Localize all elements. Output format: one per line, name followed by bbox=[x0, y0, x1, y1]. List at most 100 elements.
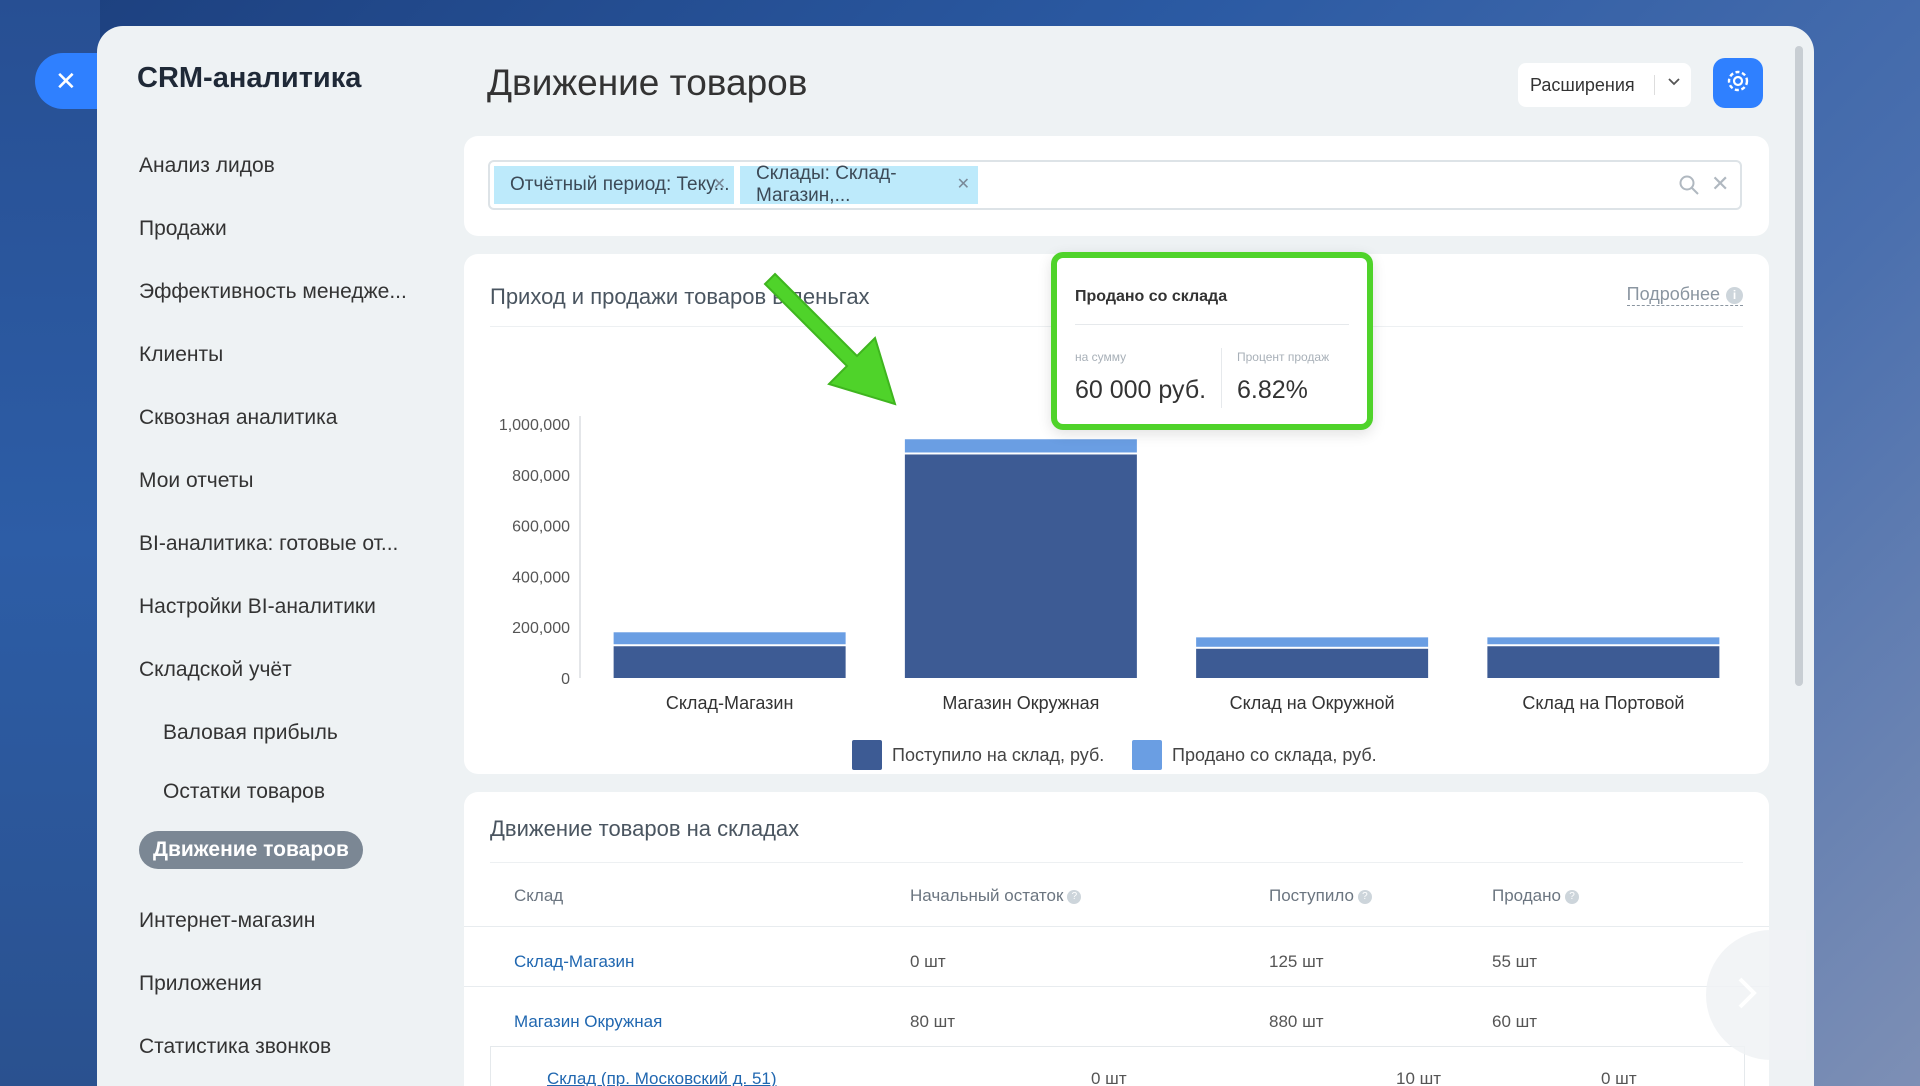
column-header-warehouse[interactable]: Склад bbox=[514, 886, 563, 906]
table-cell: 55 шт bbox=[1492, 952, 1538, 971]
settings-button[interactable] bbox=[1713, 58, 1763, 108]
chevron-right-icon bbox=[1732, 973, 1762, 1018]
bar-received bbox=[904, 454, 1137, 678]
highlight-arrow-icon bbox=[763, 272, 897, 406]
tooltip-sum-value: 60 000 руб. bbox=[1075, 376, 1207, 404]
table-cell: 80 шт bbox=[910, 1012, 956, 1031]
remove-chip-icon[interactable]: ✕ bbox=[957, 174, 970, 194]
y-tick-label: 0 bbox=[561, 671, 570, 688]
bar-sold bbox=[904, 439, 1137, 453]
bar-sold bbox=[1487, 637, 1720, 645]
app-title: CRM-аналитика bbox=[137, 62, 362, 94]
tooltip-percent-label: Процент продаж bbox=[1237, 350, 1330, 364]
table-subrow-link[interactable]: Склад (пр. Московский д. 51) bbox=[547, 1069, 777, 1086]
filter-chip-warehouses[interactable]: Склады: Склад-Магазин,... ✕ bbox=[740, 163, 978, 206]
chart-tooltip: Продано со склада на сумму 60 000 руб. П… bbox=[1051, 252, 1373, 430]
tooltip-divider bbox=[1075, 324, 1349, 325]
legend-item-income[interactable]: Поступило на склад, руб. bbox=[852, 740, 1104, 770]
tooltip-title: Продано со склада bbox=[1075, 288, 1228, 305]
column-header-label: Начальный остаток bbox=[910, 886, 1064, 905]
y-tick-label: 400,000 bbox=[512, 569, 570, 586]
search-icon[interactable] bbox=[1678, 174, 1700, 201]
legend-item-sold[interactable]: Продано со склада, руб. bbox=[1132, 740, 1377, 770]
row-divider bbox=[464, 926, 1769, 927]
column-header-label: Поступило bbox=[1269, 886, 1354, 905]
sidebar-item-warehouse[interactable]: Складской учёт bbox=[139, 658, 292, 682]
sidebar-item-clients[interactable]: Клиенты bbox=[139, 343, 223, 367]
filter-search-field[interactable]: Отчётный период: Теку... ✕ Склады: Склад… bbox=[488, 160, 1742, 210]
help-icon[interactable]: ? bbox=[1564, 889, 1579, 904]
y-tick-label: 600,000 bbox=[512, 519, 570, 536]
sidebar-item-my-reports[interactable]: Мои отчеты bbox=[139, 469, 253, 493]
sidebar-item-online-store[interactable]: Интернет-магазин bbox=[139, 909, 315, 933]
sidebar-item-sales[interactable]: Продажи bbox=[139, 217, 227, 241]
legend-label: Продано со склада, руб. bbox=[1172, 744, 1377, 765]
table-card-title: Движение товаров на складах bbox=[490, 816, 800, 841]
column-header-start-balance[interactable]: Начальный остаток? bbox=[910, 886, 1082, 906]
column-header-received[interactable]: Поступило? bbox=[1269, 886, 1372, 906]
column-header-sold[interactable]: Продано? bbox=[1492, 886, 1579, 906]
sidebar-item-bi-ready[interactable]: BI-аналитика: готовые от... bbox=[139, 532, 398, 556]
filter-card: Отчётный период: Теку... ✕ Склады: Склад… bbox=[464, 136, 1769, 236]
y-tick-label: 200,000 bbox=[512, 620, 570, 637]
bar-sold bbox=[613, 632, 846, 645]
tooltip-divider bbox=[1221, 348, 1222, 408]
background bbox=[0, 0, 100, 1086]
bar-sold bbox=[1196, 637, 1429, 647]
x-tick-label: Магазин Окружная bbox=[942, 693, 1099, 713]
table-cell: 60 шт bbox=[1492, 1012, 1538, 1031]
table-card: Движение товаров на складах Склад Началь… bbox=[464, 792, 1769, 1086]
tooltip-sum-label: на сумму bbox=[1075, 350, 1127, 364]
sidebar: CRM-аналитика Анализ лидов Продажи Эффек… bbox=[97, 26, 457, 1086]
filter-chip-period[interactable]: Отчётный период: Теку... ✕ bbox=[494, 166, 734, 204]
table-cell: 0 шт bbox=[1601, 1069, 1637, 1086]
sidebar-item-goods-movement[interactable]: Движение товаров bbox=[139, 831, 363, 869]
card-divider bbox=[490, 862, 1743, 863]
close-icon: ✕ bbox=[55, 65, 77, 96]
table-cell: 10 шт bbox=[1396, 1069, 1442, 1086]
sidebar-item-leads[interactable]: Анализ лидов bbox=[139, 154, 275, 178]
table-cell: 880 шт bbox=[1269, 1012, 1324, 1031]
x-tick-label: Склад на Портовой bbox=[1522, 693, 1684, 713]
table-row-warehouse-link[interactable]: Магазин Окружная bbox=[514, 1012, 662, 1032]
bar-received bbox=[613, 646, 846, 678]
y-tick-label: 1,000,000 bbox=[499, 417, 570, 434]
table-cell: 0 шт bbox=[1091, 1069, 1127, 1086]
clear-icon[interactable]: ✕ bbox=[1711, 171, 1729, 197]
filter-chip-label: Склады: Склад-Магазин,... bbox=[756, 163, 897, 206]
help-icon[interactable]: ? bbox=[1357, 889, 1372, 904]
table-subrow: Склад (пр. Московский д. 51) 0 шт 10 шт … bbox=[490, 1046, 1745, 1086]
sidebar-item-gross-profit[interactable]: Валовая прибыль bbox=[163, 721, 338, 745]
sidebar-item-end-to-end-analytics[interactable]: Сквозная аналитика bbox=[139, 406, 337, 430]
table-cell: 0 шт bbox=[910, 952, 946, 971]
help-icon[interactable]: ? bbox=[1067, 889, 1082, 904]
y-tick-label: 800,000 bbox=[512, 468, 570, 485]
extensions-label: Расширения bbox=[1530, 74, 1635, 95]
main-panel: CRM-аналитика Анализ лидов Продажи Эффек… bbox=[97, 26, 1814, 1086]
chevron-down-icon bbox=[1666, 73, 1682, 94]
sidebar-item-call-stats[interactable]: Статистика звонков bbox=[139, 1035, 331, 1059]
x-tick-label: Склад на Окружной bbox=[1230, 693, 1395, 713]
remove-chip-icon[interactable]: ✕ bbox=[713, 174, 726, 194]
bar-received bbox=[1196, 648, 1429, 678]
table-row-warehouse-link[interactable]: Склад-Магазин bbox=[514, 952, 634, 972]
sidebar-item-manager-efficiency[interactable]: Эффективность менедже... bbox=[139, 280, 407, 304]
scrollbar[interactable] bbox=[1795, 46, 1803, 686]
legend-swatch bbox=[852, 740, 882, 770]
gear-icon bbox=[1724, 67, 1752, 100]
tooltip-percent-value: 6.82% bbox=[1237, 376, 1308, 404]
bar-received bbox=[1487, 646, 1720, 678]
column-header-label: Продано bbox=[1492, 886, 1561, 905]
page-title: Движение товаров bbox=[487, 62, 808, 103]
table-cell: 125 шт bbox=[1269, 952, 1324, 971]
row-divider bbox=[464, 986, 1769, 987]
sidebar-item-bi-settings[interactable]: Настройки BI-аналитики bbox=[139, 595, 376, 619]
filter-chip-label: Отчётный период: Теку... bbox=[510, 174, 730, 195]
extensions-button[interactable]: Расширения bbox=[1518, 63, 1691, 107]
legend-label: Поступило на склад, руб. bbox=[892, 744, 1105, 765]
x-tick-label: Склад-Магазин bbox=[666, 693, 794, 713]
divider bbox=[1654, 75, 1655, 95]
legend-swatch bbox=[1132, 740, 1162, 770]
sidebar-item-stock-balance[interactable]: Остатки товаров bbox=[163, 780, 325, 804]
sidebar-item-applications[interactable]: Приложения bbox=[139, 972, 262, 996]
